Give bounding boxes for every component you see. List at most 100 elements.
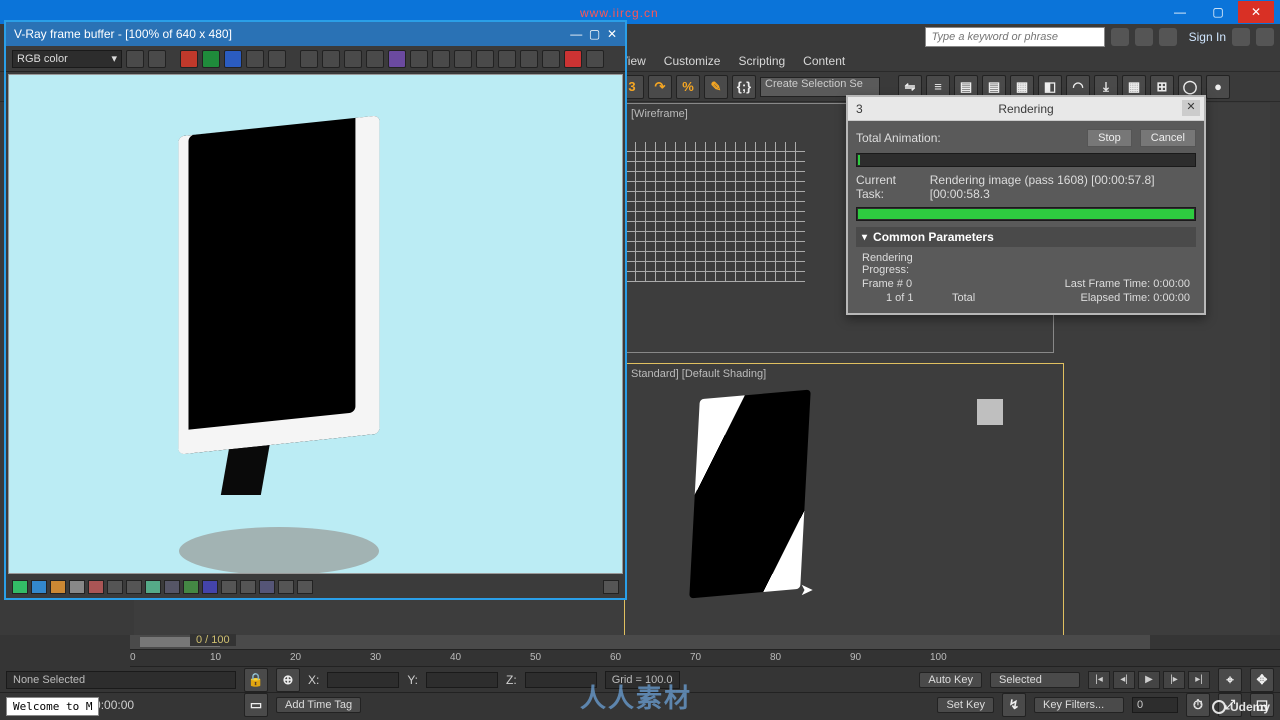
tick-label: 50	[530, 652, 541, 663]
viewport-nav-icon[interactable]: ✥	[1250, 668, 1274, 692]
vfb-tool-icon[interactable]	[498, 50, 516, 68]
blue-channel-icon[interactable]	[224, 50, 242, 68]
menu-item[interactable]: Scripting	[738, 54, 785, 68]
vfb-tool-icon[interactable]	[432, 50, 450, 68]
vfb-bottom-icon[interactable]	[183, 580, 199, 594]
vfb-bottom-icon[interactable]	[259, 580, 275, 594]
vfb-tool-icon[interactable]	[520, 50, 538, 68]
mono-channel-icon[interactable]	[268, 50, 286, 68]
coord-mode-icon[interactable]: ⊕	[276, 668, 300, 692]
rendering-dialog-title-bar[interactable]: 3 Rendering ✕	[848, 97, 1204, 121]
goto-start-button[interactable]: |◂	[1088, 671, 1110, 689]
x-icon[interactable]	[1232, 28, 1250, 46]
selection-status: None Selected	[6, 671, 236, 689]
coord-y-input[interactable]	[426, 672, 498, 688]
maximize-button[interactable]: ▢	[1200, 1, 1236, 23]
current-frame-input[interactable]	[1132, 697, 1178, 713]
vfb-tool-icon[interactable]	[410, 50, 428, 68]
timeline-ruler[interactable]: 0 10 20 30 40 50 60 70 80 90 100	[130, 649, 1280, 667]
vfb-bottom-icon[interactable]	[240, 580, 256, 594]
lock-icon[interactable]: 🔒	[244, 668, 268, 692]
coord-x-input[interactable]	[327, 672, 399, 688]
set-key-button[interactable]: Set Key	[937, 697, 994, 713]
vfb-tool-icon[interactable]	[586, 50, 604, 68]
minimize-icon[interactable]: —	[570, 27, 582, 41]
vfb-tool-icon[interactable]	[476, 50, 494, 68]
menu-item[interactable]: Customize	[664, 54, 721, 68]
stop-render-icon[interactable]	[564, 50, 582, 68]
time-slider[interactable]	[130, 635, 1150, 649]
vfb-bottom-icon[interactable]	[88, 580, 104, 594]
tick-label: 10	[210, 652, 221, 663]
green-channel-icon[interactable]	[202, 50, 220, 68]
vfb-bottom-icon[interactable]	[278, 580, 294, 594]
curly-icon[interactable]: {;}	[732, 75, 756, 99]
history-icon[interactable]	[148, 50, 166, 68]
vfb-title-bar[interactable]: V-Ray frame buffer - [100% of 640 x 480]…	[6, 22, 625, 46]
script-listener-icon[interactable]: ▭	[244, 693, 268, 717]
viewcube-icon[interactable]	[977, 399, 1003, 425]
teapot-icon[interactable]: ●	[1206, 75, 1230, 99]
add-time-tag-button[interactable]: Add Time Tag	[276, 697, 361, 713]
common-parameters-header[interactable]: Common Parameters	[856, 227, 1196, 247]
auto-key-mode-dropdown[interactable]: Selected	[990, 672, 1080, 688]
vfb-tool-icon[interactable]	[344, 50, 362, 68]
color-swatch[interactable]	[31, 580, 47, 594]
vfb-tool-icon[interactable]	[454, 50, 472, 68]
stop-button[interactable]: Stop	[1087, 129, 1132, 147]
vfb-render-view[interactable]	[8, 74, 623, 574]
toolbar-button[interactable]: ✎	[704, 75, 728, 99]
vfb-bottom-icon[interactable]	[107, 580, 123, 594]
close-icon[interactable]: ✕	[607, 27, 617, 41]
prev-frame-button[interactable]: ◂|	[1113, 671, 1135, 689]
vfb-bottom-icon[interactable]	[145, 580, 161, 594]
toolbar-button[interactable]: ↷	[648, 75, 672, 99]
menu-item[interactable]: Content	[803, 54, 845, 68]
maximize-icon[interactable]: ▢	[589, 27, 600, 41]
app-icon: 3	[856, 102, 863, 116]
next-frame-button[interactable]: |▸	[1163, 671, 1185, 689]
vfb-tool-icon[interactable]	[542, 50, 560, 68]
color-swatch[interactable]	[69, 580, 85, 594]
help-icon[interactable]	[1256, 28, 1274, 46]
vfb-bottom-icon[interactable]	[202, 580, 218, 594]
goto-end-button[interactable]: ▸|	[1188, 671, 1210, 689]
percent-icon[interactable]: %	[676, 75, 700, 99]
last-frame-time-value: 0:00:00	[1153, 278, 1190, 290]
save-icon[interactable]	[126, 50, 144, 68]
vfb-tool-icon[interactable]	[366, 50, 384, 68]
minimize-button[interactable]: —	[1162, 1, 1198, 23]
color-swatch[interactable]	[50, 580, 66, 594]
vfb-expand-icon[interactable]	[603, 580, 619, 594]
selection-set-dropdown[interactable]: Create Selection Se	[760, 77, 880, 97]
close-icon[interactable]: ✕	[1182, 100, 1200, 116]
maxscript-listener[interactable]: Welcome to M	[6, 697, 99, 716]
frame-readout: 0 / 100	[190, 634, 236, 646]
key-filters-button[interactable]: Key Filters...	[1034, 697, 1124, 713]
channel-dropdown[interactable]: RGB color▾	[12, 50, 122, 68]
alpha-channel-icon[interactable]	[246, 50, 264, 68]
time-config-icon[interactable]: ⏱	[1186, 693, 1210, 717]
vfb-bottom-icon[interactable]	[164, 580, 180, 594]
viewport-bottom-right[interactable]: Standard] [Default Shading]	[624, 363, 1064, 663]
vfb-bottom-icon[interactable]	[297, 580, 313, 594]
toolbar-icon[interactable]	[1111, 28, 1129, 46]
vfb-bottom-icon[interactable]	[126, 580, 142, 594]
key-mode-icon[interactable]: ↯	[1002, 693, 1026, 717]
color-swatch[interactable]	[12, 580, 28, 594]
close-button[interactable]: ✕	[1238, 1, 1274, 23]
auto-key-button[interactable]: Auto Key	[919, 672, 982, 688]
play-button[interactable]: ▶	[1138, 671, 1160, 689]
viewport-nav-icon[interactable]: ⌖	[1218, 668, 1242, 692]
user-icon[interactable]	[1159, 28, 1177, 46]
cancel-button[interactable]: Cancel	[1140, 129, 1196, 147]
sign-in-link[interactable]: Sign In	[1189, 30, 1226, 44]
frame-label: Frame #	[862, 278, 903, 290]
region-render-icon[interactable]	[388, 50, 406, 68]
vfb-tool-icon[interactable]	[322, 50, 340, 68]
vfb-tool-icon[interactable]	[300, 50, 318, 68]
star-icon[interactable]	[1135, 28, 1153, 46]
search-input[interactable]	[925, 27, 1105, 47]
red-channel-icon[interactable]	[180, 50, 198, 68]
vfb-bottom-icon[interactable]	[221, 580, 237, 594]
